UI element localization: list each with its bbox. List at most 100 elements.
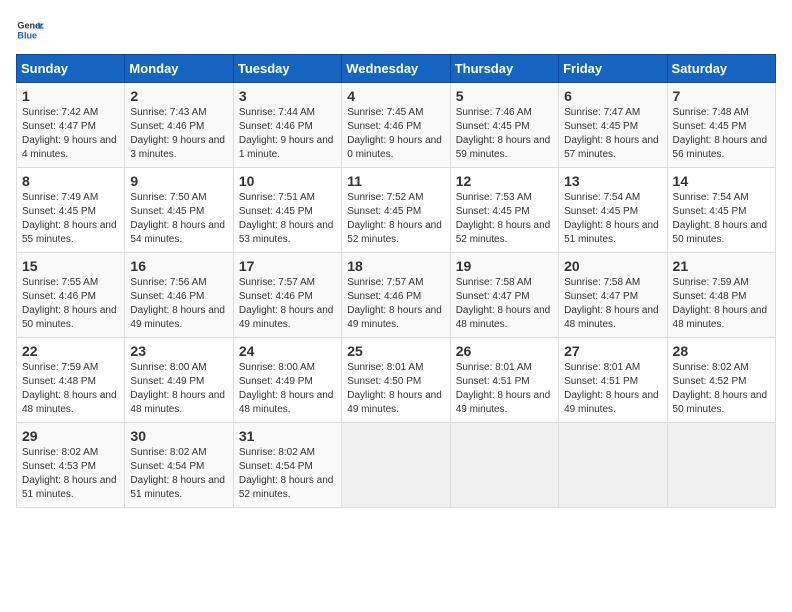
sunrise-label: Sunrise: 7:54 AM — [673, 192, 749, 203]
day-number: 30 — [130, 428, 227, 444]
sunset-label: Sunset: 4:50 PM — [347, 376, 421, 387]
sunset-label: Sunset: 4:47 PM — [456, 291, 530, 302]
sunset-label: Sunset: 4:51 PM — [456, 376, 530, 387]
sunrise-label: Sunrise: 8:02 AM — [239, 447, 315, 458]
day-number: 24 — [239, 343, 336, 359]
day-number: 26 — [456, 343, 553, 359]
day-number: 12 — [456, 173, 553, 189]
sunrise-label: Sunrise: 8:01 AM — [347, 362, 423, 373]
calendar-cell: 8 Sunrise: 7:49 AM Sunset: 4:45 PM Dayli… — [17, 168, 125, 253]
sunset-label: Sunset: 4:53 PM — [22, 461, 96, 472]
daylight-label: Daylight: 8 hours and 48 minutes. — [564, 305, 659, 330]
daylight-label: Daylight: 9 hours and 4 minutes. — [22, 135, 117, 160]
sunrise-label: Sunrise: 7:58 AM — [456, 277, 532, 288]
sunset-label: Sunset: 4:45 PM — [456, 206, 530, 217]
cell-content: Sunrise: 7:52 AM Sunset: 4:45 PM Dayligh… — [347, 191, 444, 247]
sunrise-label: Sunrise: 7:57 AM — [347, 277, 423, 288]
calendar-cell: 31 Sunrise: 8:02 AM Sunset: 4:54 PM Dayl… — [233, 423, 341, 508]
day-number: 21 — [673, 258, 770, 274]
sunrise-label: Sunrise: 7:50 AM — [130, 192, 206, 203]
cell-content: Sunrise: 7:58 AM Sunset: 4:47 PM Dayligh… — [564, 276, 661, 332]
sunrise-label: Sunrise: 7:58 AM — [564, 277, 640, 288]
cell-content: Sunrise: 7:59 AM Sunset: 4:48 PM Dayligh… — [673, 276, 770, 332]
calendar-cell: 14 Sunrise: 7:54 AM Sunset: 4:45 PM Dayl… — [667, 168, 775, 253]
sunset-label: Sunset: 4:46 PM — [239, 291, 313, 302]
cell-content: Sunrise: 8:00 AM Sunset: 4:49 PM Dayligh… — [130, 361, 227, 417]
sunrise-label: Sunrise: 7:52 AM — [347, 192, 423, 203]
day-number: 31 — [239, 428, 336, 444]
day-number: 19 — [456, 258, 553, 274]
day-number: 13 — [564, 173, 661, 189]
cell-content: Sunrise: 7:54 AM Sunset: 4:45 PM Dayligh… — [673, 191, 770, 247]
daylight-label: Daylight: 8 hours and 57 minutes. — [564, 135, 659, 160]
cell-content: Sunrise: 8:02 AM Sunset: 4:54 PM Dayligh… — [239, 446, 336, 502]
header-saturday: Saturday — [667, 55, 775, 83]
daylight-label: Daylight: 8 hours and 49 minutes. — [564, 390, 659, 415]
sunset-label: Sunset: 4:46 PM — [130, 291, 204, 302]
day-number: 23 — [130, 343, 227, 359]
day-number: 1 — [22, 88, 119, 104]
day-number: 20 — [564, 258, 661, 274]
day-number: 10 — [239, 173, 336, 189]
day-number: 9 — [130, 173, 227, 189]
daylight-label: Daylight: 8 hours and 48 minutes. — [130, 390, 225, 415]
sunrise-label: Sunrise: 7:42 AM — [22, 107, 98, 118]
daylight-label: Daylight: 8 hours and 49 minutes. — [347, 305, 442, 330]
calendar-cell: 25 Sunrise: 8:01 AM Sunset: 4:50 PM Dayl… — [342, 338, 450, 423]
sunset-label: Sunset: 4:51 PM — [564, 376, 638, 387]
day-number: 29 — [22, 428, 119, 444]
sunset-label: Sunset: 4:45 PM — [456, 121, 530, 132]
logo-icon: General Blue — [16, 16, 44, 44]
sunrise-label: Sunrise: 8:00 AM — [130, 362, 206, 373]
calendar-week-row: 8 Sunrise: 7:49 AM Sunset: 4:45 PM Dayli… — [17, 168, 776, 253]
sunrise-label: Sunrise: 8:02 AM — [22, 447, 98, 458]
daylight-label: Daylight: 9 hours and 3 minutes. — [130, 135, 225, 160]
cell-content: Sunrise: 7:51 AM Sunset: 4:45 PM Dayligh… — [239, 191, 336, 247]
calendar-cell: 13 Sunrise: 7:54 AM Sunset: 4:45 PM Dayl… — [559, 168, 667, 253]
day-number: 15 — [22, 258, 119, 274]
day-number: 25 — [347, 343, 444, 359]
sunset-label: Sunset: 4:47 PM — [564, 291, 638, 302]
sunrise-label: Sunrise: 7:53 AM — [456, 192, 532, 203]
calendar-cell — [667, 423, 775, 508]
calendar-cell: 21 Sunrise: 7:59 AM Sunset: 4:48 PM Dayl… — [667, 253, 775, 338]
cell-content: Sunrise: 7:57 AM Sunset: 4:46 PM Dayligh… — [347, 276, 444, 332]
sunrise-label: Sunrise: 7:47 AM — [564, 107, 640, 118]
calendar-cell: 15 Sunrise: 7:55 AM Sunset: 4:46 PM Dayl… — [17, 253, 125, 338]
cell-content: Sunrise: 7:53 AM Sunset: 4:45 PM Dayligh… — [456, 191, 553, 247]
day-number: 8 — [22, 173, 119, 189]
sunrise-label: Sunrise: 7:46 AM — [456, 107, 532, 118]
calendar-cell: 11 Sunrise: 7:52 AM Sunset: 4:45 PM Dayl… — [342, 168, 450, 253]
sunset-label: Sunset: 4:45 PM — [130, 206, 204, 217]
cell-content: Sunrise: 7:46 AM Sunset: 4:45 PM Dayligh… — [456, 106, 553, 162]
cell-content: Sunrise: 8:01 AM Sunset: 4:51 PM Dayligh… — [456, 361, 553, 417]
sunrise-label: Sunrise: 7:56 AM — [130, 277, 206, 288]
sunset-label: Sunset: 4:45 PM — [239, 206, 313, 217]
calendar-week-row: 1 Sunrise: 7:42 AM Sunset: 4:47 PM Dayli… — [17, 83, 776, 168]
calendar-cell: 24 Sunrise: 8:00 AM Sunset: 4:49 PM Dayl… — [233, 338, 341, 423]
day-number: 16 — [130, 258, 227, 274]
sunrise-label: Sunrise: 7:59 AM — [673, 277, 749, 288]
calendar-cell: 12 Sunrise: 7:53 AM Sunset: 4:45 PM Dayl… — [450, 168, 558, 253]
calendar-cell: 9 Sunrise: 7:50 AM Sunset: 4:45 PM Dayli… — [125, 168, 233, 253]
day-number: 2 — [130, 88, 227, 104]
cell-content: Sunrise: 7:59 AM Sunset: 4:48 PM Dayligh… — [22, 361, 119, 417]
cell-content: Sunrise: 8:02 AM Sunset: 4:53 PM Dayligh… — [22, 446, 119, 502]
daylight-label: Daylight: 8 hours and 48 minutes. — [456, 305, 551, 330]
day-number: 28 — [673, 343, 770, 359]
daylight-label: Daylight: 9 hours and 0 minutes. — [347, 135, 442, 160]
calendar-cell: 19 Sunrise: 7:58 AM Sunset: 4:47 PM Dayl… — [450, 253, 558, 338]
cell-content: Sunrise: 8:02 AM Sunset: 4:54 PM Dayligh… — [130, 446, 227, 502]
header-tuesday: Tuesday — [233, 55, 341, 83]
sunset-label: Sunset: 4:47 PM — [22, 121, 96, 132]
sunset-label: Sunset: 4:45 PM — [564, 206, 638, 217]
daylight-label: Daylight: 8 hours and 51 minutes. — [130, 475, 225, 500]
daylight-label: Daylight: 8 hours and 52 minutes. — [347, 220, 442, 245]
cell-content: Sunrise: 7:54 AM Sunset: 4:45 PM Dayligh… — [564, 191, 661, 247]
sunrise-label: Sunrise: 8:01 AM — [564, 362, 640, 373]
cell-content: Sunrise: 7:55 AM Sunset: 4:46 PM Dayligh… — [22, 276, 119, 332]
sunset-label: Sunset: 4:46 PM — [347, 121, 421, 132]
calendar-cell: 16 Sunrise: 7:56 AM Sunset: 4:46 PM Dayl… — [125, 253, 233, 338]
sunset-label: Sunset: 4:46 PM — [130, 121, 204, 132]
sunset-label: Sunset: 4:52 PM — [673, 376, 747, 387]
